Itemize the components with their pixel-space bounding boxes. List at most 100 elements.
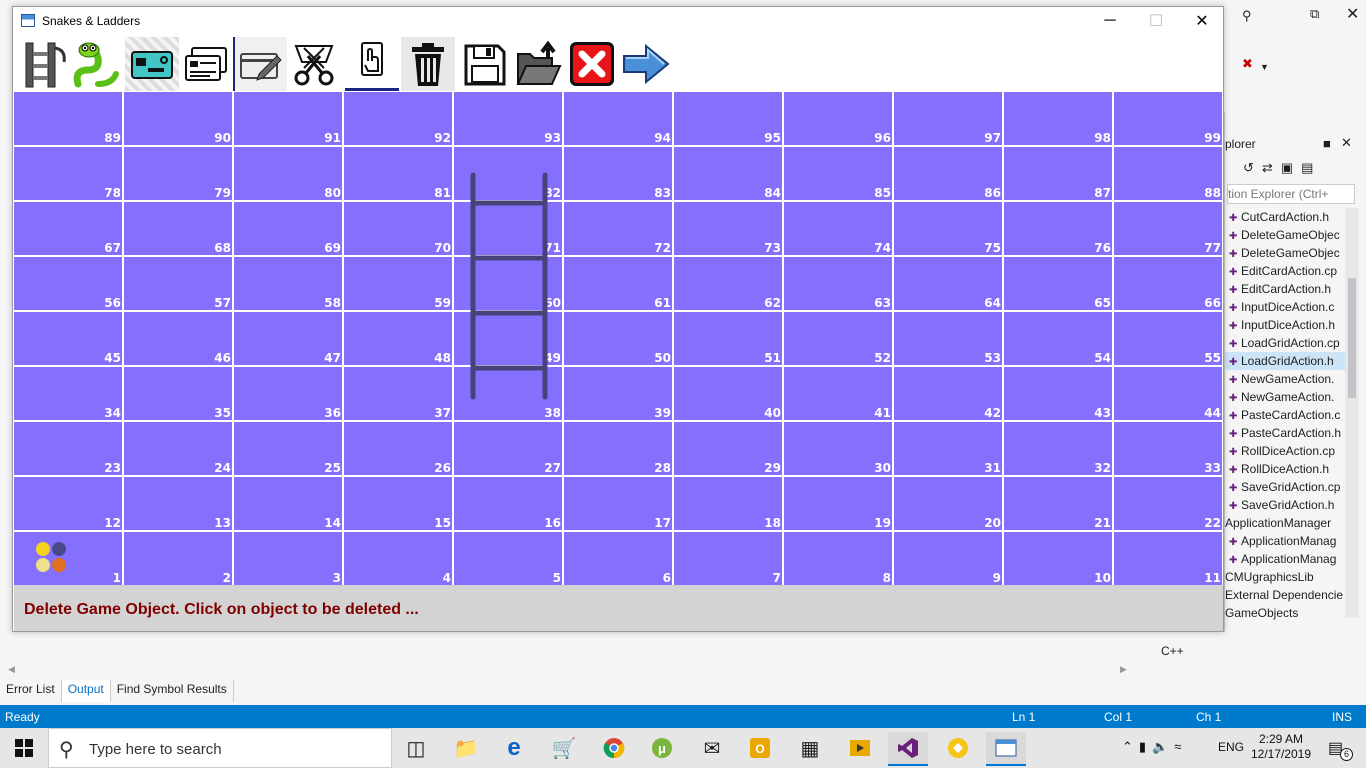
solution-tree-item[interactable]: ✚ ApplicationManag (1225, 550, 1345, 568)
board-cell[interactable]: 63 (784, 257, 892, 310)
board-cell[interactable]: 97 (894, 92, 1002, 145)
board-cell[interactable]: 41 (784, 367, 892, 420)
store-app[interactable]: 🛒 (544, 732, 584, 764)
solution-tree-item[interactable]: ✚ NewGameAction. (1225, 370, 1345, 388)
board-cell[interactable]: 98 (1004, 92, 1112, 145)
load-grid-tool[interactable] (511, 37, 565, 91)
task-view-button[interactable]: ◫ (396, 732, 436, 764)
board-cell[interactable]: 19 (784, 477, 892, 530)
board-cell[interactable]: 25 (234, 422, 342, 475)
solution-tree-item[interactable]: ✚ CutCardAction.h (1225, 208, 1345, 226)
board-cell[interactable]: 66 (1114, 257, 1222, 310)
board-cell[interactable]: 40 (674, 367, 782, 420)
delete-object-tool[interactable] (401, 37, 455, 91)
board-cell[interactable]: 90 (124, 92, 232, 145)
solution-tree-item[interactable]: ✚ EditCardAction.h (1225, 280, 1345, 298)
board-cell[interactable]: 57 (124, 257, 232, 310)
board-cell[interactable]: 43 (1004, 367, 1112, 420)
solution-tree-item[interactable]: ✚ EditCardAction.cp (1225, 262, 1345, 280)
board-cell[interactable]: 42 (894, 367, 1002, 420)
board-cell[interactable]: 39 (564, 367, 672, 420)
board-cell[interactable]: 23 (14, 422, 122, 475)
output-tab[interactable]: Output (61, 680, 111, 702)
solution-tree-item[interactable]: CMUgraphicsLib (1225, 568, 1345, 586)
board-cell[interactable]: 17 (564, 477, 672, 530)
solution-tree-item[interactable]: ✚ PasteCardAction.c (1225, 406, 1345, 424)
board-cell[interactable]: 65 (1004, 257, 1112, 310)
scroll-left-icon[interactable]: ◀ (8, 664, 15, 675)
board-cell[interactable]: 70 (344, 202, 452, 255)
board-cell[interactable]: 31 (894, 422, 1002, 475)
board-cell[interactable]: 84 (674, 147, 782, 200)
board-cell[interactable]: 22 (1114, 477, 1222, 530)
copy-card-tool[interactable] (179, 37, 233, 91)
window-titlebar[interactable]: Snakes & Ladders ─ ☐ ✕ (13, 7, 1223, 35)
board-cell[interactable]: 44 (1114, 367, 1222, 420)
close-icon[interactable]: ✕ (1346, 4, 1359, 24)
volume-icon[interactable]: 🔈 (1152, 739, 1174, 754)
board-cell[interactable]: 29 (674, 422, 782, 475)
game-board-grid[interactable]: 89 90 91 92 93 94 95 96 97 98 99 78 79 80 81 82 83 84 85 86… (14, 92, 1223, 585)
board-cell[interactable]: 69 (234, 202, 342, 255)
utorrent-app[interactable]: μ (642, 732, 682, 764)
board-cell[interactable]: 4 (344, 532, 452, 585)
search-icon[interactable]: ⚲ (1242, 8, 1252, 24)
start-button[interactable] (0, 728, 48, 768)
solution-tree-item[interactable]: ✚ InputDiceAction.c (1225, 298, 1345, 316)
board-cell[interactable]: 21 (1004, 477, 1112, 530)
close-icon[interactable]: ✕ (1341, 135, 1352, 151)
solution-tree-item[interactable]: External Dependencie (1225, 586, 1345, 604)
board-cell[interactable]: 59 (344, 257, 452, 310)
board-cell[interactable]: 83 (564, 147, 672, 200)
solution-tree-item[interactable]: ApplicationManager (1225, 514, 1345, 532)
show-all-icon[interactable]: ▤ (1301, 160, 1321, 175)
board-cell[interactable]: 54 (1004, 312, 1112, 365)
board-cell[interactable]: 85 (784, 147, 892, 200)
solution-tree-item[interactable]: ✚ RollDiceAction.cp (1225, 442, 1345, 460)
file-explorer-app[interactable]: 📁 (446, 732, 486, 764)
board-cell[interactable]: 45 (14, 312, 122, 365)
board-cell[interactable]: 91 (234, 92, 342, 145)
board-cell[interactable]: 56 (14, 257, 122, 310)
board-cell[interactable]: 5 (454, 532, 562, 585)
exit-tool[interactable] (565, 37, 619, 91)
board-cell[interactable]: 11 (1114, 532, 1222, 585)
board-cell[interactable]: 15 (344, 477, 452, 530)
add-ladder-tool[interactable] (17, 37, 71, 91)
board-cell[interactable]: 14 (234, 477, 342, 530)
board-cell[interactable]: 47 (234, 312, 342, 365)
board-cell[interactable]: 34 (14, 367, 122, 420)
save-grid-tool[interactable] (457, 37, 511, 91)
edge-app[interactable]: e (494, 732, 534, 764)
close-button[interactable]: ✕ (1179, 7, 1225, 35)
battery-icon[interactable]: ▮ (1139, 739, 1152, 754)
board-cell[interactable]: 52 (784, 312, 892, 365)
switch-to-play-mode-tool[interactable] (619, 37, 673, 91)
board-cell[interactable]: 28 (564, 422, 672, 475)
cut-card-tool[interactable] (287, 37, 341, 91)
chevron-down-icon[interactable]: ▼ (1260, 62, 1269, 72)
board-cell[interactable]: 35 (124, 367, 232, 420)
input-language[interactable]: ENG (1218, 740, 1244, 754)
visual-studio-app[interactable] (888, 732, 928, 766)
board-cell[interactable]: 10 (1004, 532, 1112, 585)
board-cell[interactable]: 64 (894, 257, 1002, 310)
solution-tree-item[interactable]: ✚ InputDiceAction.h (1225, 316, 1345, 334)
board-cell[interactable]: 76 (1004, 202, 1112, 255)
solution-tree-item[interactable]: ✚ RollDiceAction.h (1225, 460, 1345, 478)
board-cell[interactable]: 24 (124, 422, 232, 475)
sync-icon[interactable]: ↺ (1243, 160, 1262, 175)
board-cell[interactable]: 72 (564, 202, 672, 255)
chevron-up-icon[interactable]: ⌃ (1122, 739, 1139, 754)
board-cell[interactable]: 20 (894, 477, 1002, 530)
media-app[interactable] (840, 732, 880, 764)
board-cell[interactable]: 89 (14, 92, 122, 145)
board-cell[interactable]: 12 (14, 477, 122, 530)
add-snake-tool[interactable] (69, 37, 123, 91)
output-tab[interactable]: Find Symbol Results (111, 680, 234, 702)
board-cell[interactable]: 3 (234, 532, 342, 585)
board-cell[interactable]: 48 (344, 312, 452, 365)
board-cell[interactable]: 79 (124, 147, 232, 200)
board-cell[interactable]: 18 (674, 477, 782, 530)
calculator-app[interactable]: ▦ (790, 732, 830, 764)
